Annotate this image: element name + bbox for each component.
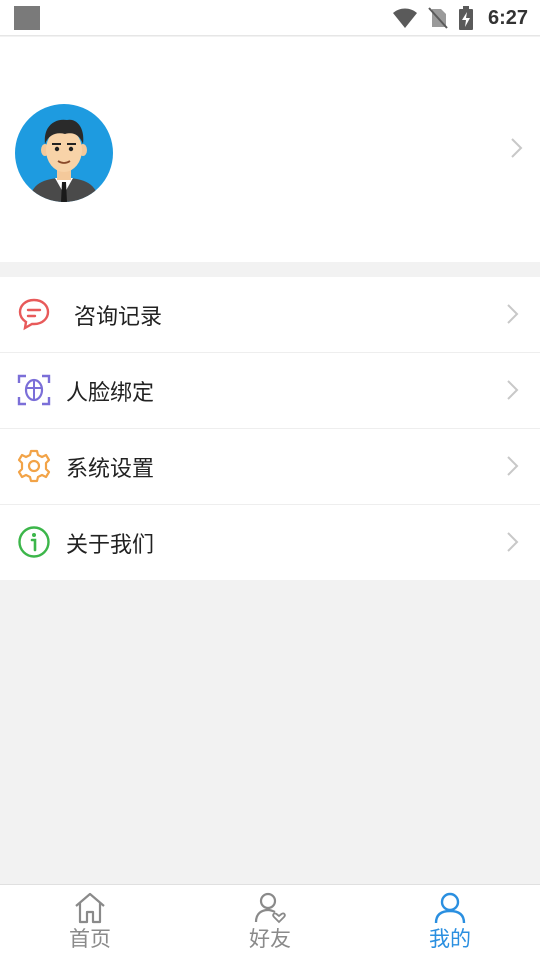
face-scan-icon [17, 374, 51, 406]
chat-bubble-icon [18, 298, 50, 331]
info-icon [18, 526, 50, 558]
chevron-right-icon [507, 304, 519, 324]
tab-label: 我的 [429, 927, 471, 951]
tab-home[interactable]: 首页 [0, 885, 180, 961]
settings-menu: 咨询记录 人脸绑定 系统设置 关于我们 [0, 277, 540, 580]
tab-label: 好友 [249, 927, 291, 951]
home-icon [75, 892, 105, 924]
notification-icon [14, 6, 40, 30]
status-time: 6:27 [487, 6, 528, 29]
no-sim-icon [428, 7, 448, 29]
chevron-right-icon [507, 380, 519, 400]
menu-item-label: 人脸绑定 [66, 380, 155, 406]
wifi-icon [392, 8, 417, 28]
menu-item-label: 关于我们 [66, 532, 155, 558]
menu-item-label: 咨询记录 [74, 304, 163, 330]
chevron-right-icon [507, 532, 519, 552]
tab-label: 首页 [69, 927, 111, 951]
menu-item-consult-records[interactable]: 咨询记录 [0, 277, 540, 353]
menu-item-label: 系统设置 [66, 456, 155, 482]
battery-charging-icon [458, 6, 473, 30]
tab-friends[interactable]: 好友 [180, 885, 360, 961]
bottom-tab-bar: 首页 好友 我的 [0, 884, 540, 961]
avatar[interactable] [15, 104, 113, 202]
menu-item-about-us[interactable]: 关于我们 [0, 505, 540, 580]
menu-item-face-binding[interactable]: 人脸绑定 [0, 353, 540, 429]
profile-header[interactable] [0, 37, 540, 262]
avatar-illustration [29, 119, 99, 202]
chevron-right-icon [507, 456, 519, 476]
status-bar: 6:27 [0, 0, 540, 36]
profile-icon [434, 892, 466, 924]
chevron-right-icon [511, 138, 523, 158]
friends-icon [254, 892, 286, 924]
menu-item-system-settings[interactable]: 系统设置 [0, 429, 540, 505]
gear-icon [17, 449, 51, 483]
tab-mine[interactable]: 我的 [360, 885, 540, 961]
